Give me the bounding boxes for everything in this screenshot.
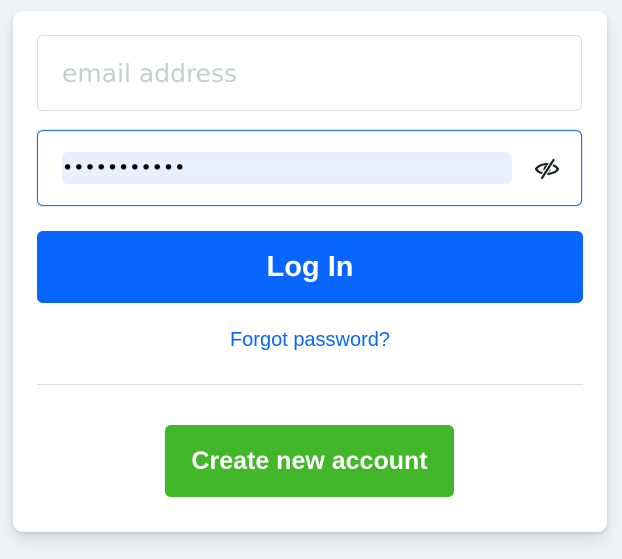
email-field-container xyxy=(37,35,582,111)
login-card: Log In Forgot password? Create new accou… xyxy=(13,11,607,532)
forgot-password-link[interactable]: Forgot password? xyxy=(13,329,607,352)
password-input[interactable] xyxy=(62,152,512,184)
divider xyxy=(37,384,583,385)
password-field-container xyxy=(37,130,582,206)
eye-slash-icon xyxy=(534,158,560,180)
email-input[interactable] xyxy=(38,36,581,110)
show-password-toggle[interactable] xyxy=(533,155,561,183)
create-account-button[interactable]: Create new account xyxy=(165,425,454,497)
login-button[interactable]: Log In xyxy=(37,231,583,303)
